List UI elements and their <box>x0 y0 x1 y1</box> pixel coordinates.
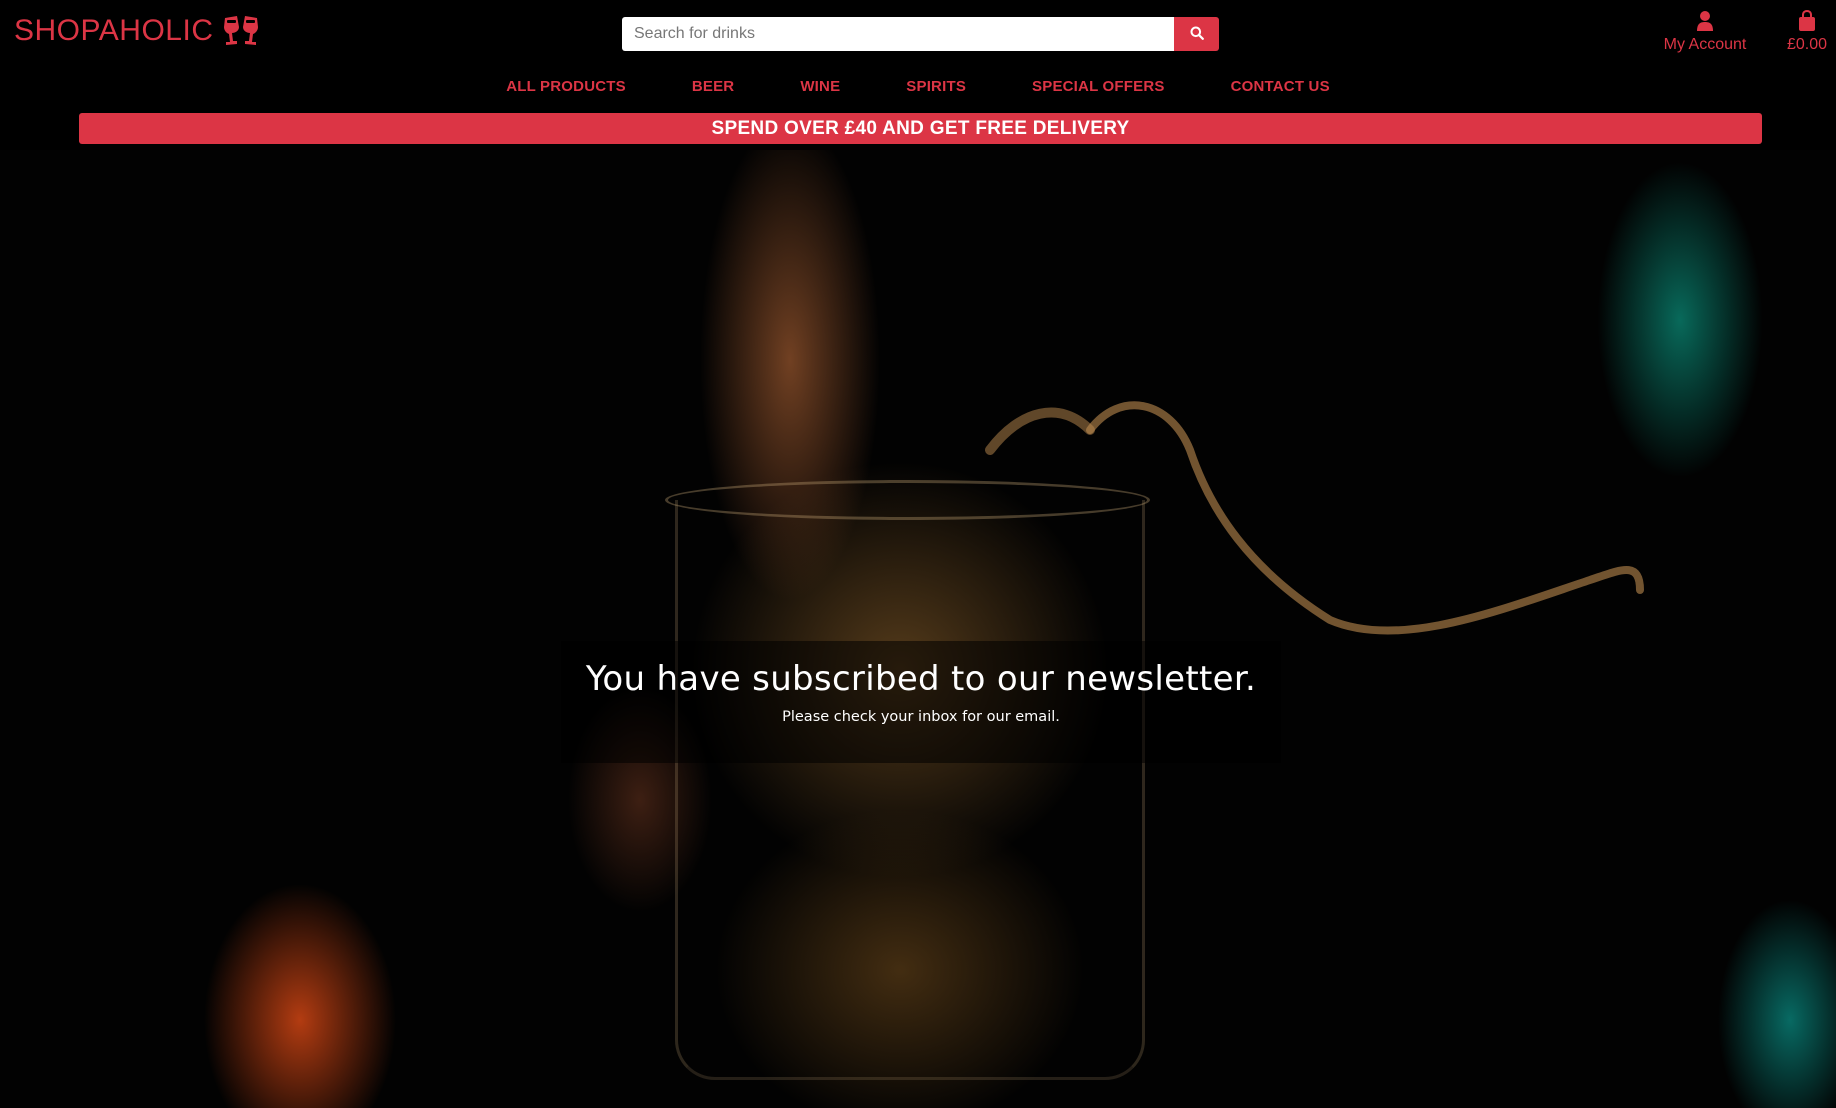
free-delivery-banner: SPEND OVER £40 AND GET FREE DELIVERY <box>79 113 1762 144</box>
search-input[interactable] <box>622 17 1174 51</box>
cart-total: £0.00 <box>1786 36 1828 53</box>
nav-item-wine[interactable]: WINE <box>767 78 873 95</box>
nav-item-contact-us[interactable]: CONTACT US <box>1198 78 1363 95</box>
nav-item-special-offers[interactable]: SPECIAL OFFERS <box>999 78 1198 95</box>
cart-link[interactable]: £0.00 <box>1780 9 1834 54</box>
main-nav: ALL PRODUCTS BEER WINE SPIRITS SPECIAL O… <box>0 78 1836 95</box>
my-account-link[interactable]: My Account <box>1655 10 1755 54</box>
cheers-glasses-icon <box>222 14 260 48</box>
confirmation-subtitle: Please check your inbox for our email. <box>782 709 1060 725</box>
shopping-bag-icon <box>1780 9 1834 34</box>
brand-logo-link[interactable]: SHOPAHOLIC <box>14 14 260 48</box>
site-header: SHOPAHOLIC Search for drinks My Account … <box>0 0 1836 150</box>
my-account-label: My Account <box>1663 36 1747 53</box>
subscription-confirmation: You have subscribed to our newsletter. P… <box>561 641 1281 763</box>
brand-name: SHOPAHOLIC <box>14 14 214 47</box>
user-icon <box>1655 10 1755 34</box>
confirmation-title: You have subscribed to our newsletter. <box>585 659 1257 699</box>
nav-item-spirits[interactable]: SPIRITS <box>873 78 999 95</box>
nav-item-beer[interactable]: BEER <box>659 78 767 95</box>
liquid-splash-shape <box>985 401 1644 635</box>
nav-item-all-products[interactable]: ALL PRODUCTS <box>473 78 659 95</box>
hero-background-image <box>0 150 1836 1108</box>
search-form <box>622 17 1219 51</box>
search-icon <box>1190 26 1204 43</box>
search-button[interactable] <box>1174 17 1219 51</box>
